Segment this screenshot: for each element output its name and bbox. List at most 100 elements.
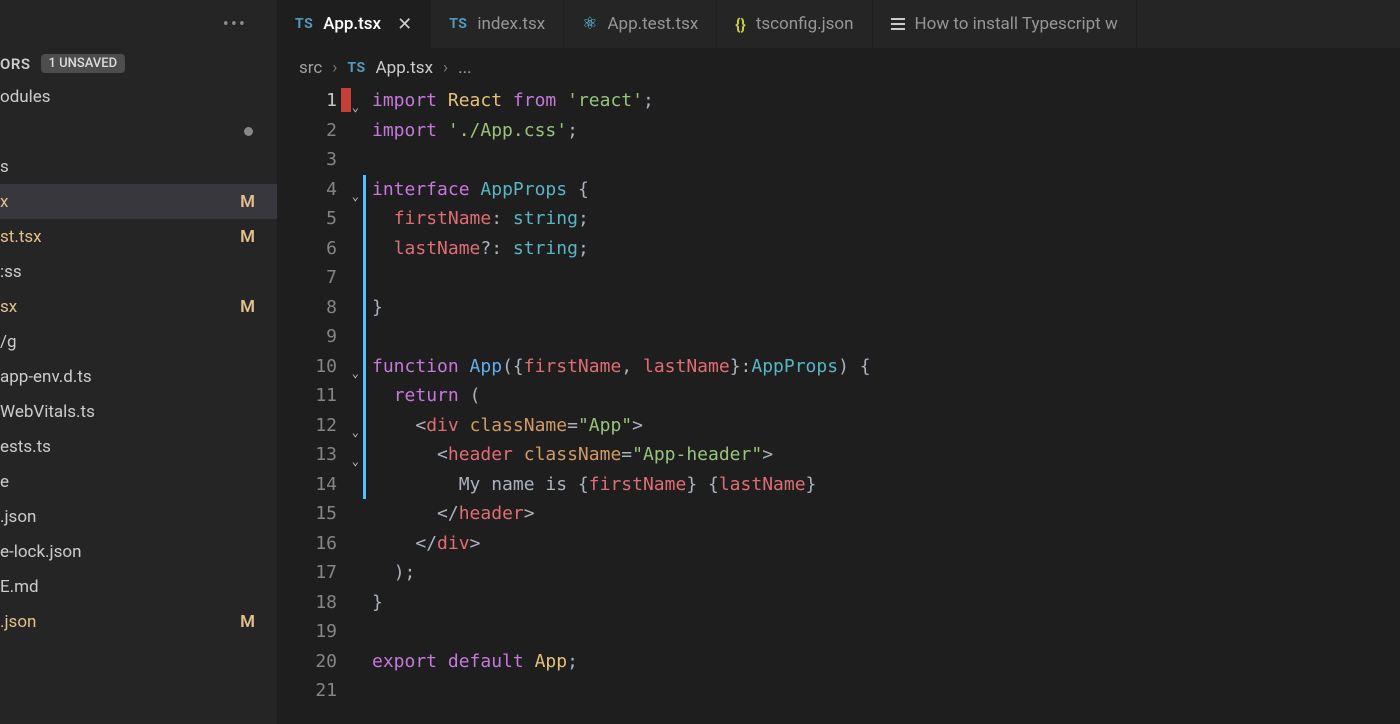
code-line[interactable]: 12⌄ <div className="App"> <box>277 411 1400 441</box>
line-number[interactable]: 21 <box>277 676 363 706</box>
code-content[interactable]: lastName?: string; <box>366 234 589 264</box>
line-number[interactable]: 19 <box>277 617 363 647</box>
file-tree-item[interactable]: WebVitals.ts <box>0 394 277 429</box>
code-content[interactable]: } <box>366 293 383 323</box>
code-line[interactable]: 7 <box>277 263 1400 293</box>
file-tree-item[interactable]: xM <box>0 184 277 219</box>
code-line[interactable]: 4⌄interface AppProps { <box>277 175 1400 205</box>
code-line[interactable]: 8} <box>277 293 1400 323</box>
line-number[interactable]: 16 <box>277 529 363 559</box>
unsaved-dot-icon <box>244 127 253 136</box>
line-number[interactable]: 17 <box>277 558 363 588</box>
code-content[interactable] <box>366 263 372 293</box>
code-line[interactable]: 16 </div> <box>277 529 1400 559</box>
code-line[interactable]: 9 <box>277 322 1400 352</box>
line-number[interactable]: 2 <box>277 116 363 146</box>
code-line[interactable]: 17 ); <box>277 558 1400 588</box>
file-tree-item[interactable]: :ss <box>0 254 277 289</box>
code-content[interactable] <box>366 676 372 706</box>
file-tree-item[interactable]: /g <box>0 324 277 359</box>
line-number[interactable]: 15 <box>277 499 363 529</box>
file-tree-item[interactable]: .json <box>0 499 277 534</box>
file-name: .json <box>0 507 36 527</box>
editor-tab[interactable]: {}tsconfig.json <box>717 0 872 48</box>
line-number[interactable]: 4⌄ <box>277 175 363 205</box>
file-name: st.tsx <box>0 227 42 247</box>
code-content[interactable]: ); <box>366 558 415 588</box>
file-tree-item[interactable]: ests.ts <box>0 429 277 464</box>
breadcrumb-file[interactable]: App.tsx <box>376 58 433 78</box>
more-icon[interactable]: ••• <box>223 14 247 35</box>
code-content[interactable]: export default App; <box>366 647 578 677</box>
file-tree-item[interactable]: app-env.d.ts <box>0 359 277 394</box>
git-status: M <box>240 227 255 247</box>
line-number[interactable]: 12⌄ <box>277 411 363 441</box>
code-line[interactable]: 14 My name is {firstName} {lastName} <box>277 470 1400 500</box>
line-number[interactable]: 10⌄ <box>277 352 363 382</box>
code-content[interactable]: return ( <box>366 381 480 411</box>
code-line[interactable]: 21 <box>277 676 1400 706</box>
code-content[interactable]: interface AppProps { <box>366 175 589 205</box>
file-tree-item[interactable]: .jsonM <box>0 604 277 639</box>
code-content[interactable] <box>366 322 372 352</box>
code-line[interactable]: 5 firstName: string; <box>277 204 1400 234</box>
code-content[interactable] <box>366 617 372 647</box>
code-editor[interactable]: 1⌄import React from 'react';2import './A… <box>277 82 1400 706</box>
line-number[interactable]: 3 <box>277 145 363 175</box>
code-line[interactable]: 2import './App.css'; <box>277 116 1400 146</box>
line-number[interactable]: 18 <box>277 588 363 618</box>
code-content[interactable]: } <box>366 588 383 618</box>
breadcrumb-folder[interactable]: src <box>299 58 322 78</box>
git-status: M <box>240 192 255 212</box>
file-tree-item[interactable]: e-lock.json <box>0 534 277 569</box>
file-tree-item[interactable]: s <box>0 149 277 184</box>
file-tree-item[interactable] <box>0 114 277 149</box>
code-line[interactable]: 20export default App; <box>277 647 1400 677</box>
code-line[interactable]: 15 </header> <box>277 499 1400 529</box>
line-number[interactable]: 13⌄ <box>277 440 363 470</box>
code-line[interactable]: 13⌄ <header className="App-header"> <box>277 440 1400 470</box>
line-number[interactable]: 7 <box>277 263 363 293</box>
code-line[interactable]: 1⌄import React from 'react'; <box>277 86 1400 116</box>
code-line[interactable]: 11 return ( <box>277 381 1400 411</box>
editor-tab[interactable]: ⚛App.test.tsx <box>564 0 717 48</box>
editor-area: TSApp.tsx✕TSindex.tsx⚛App.test.tsx{}tsco… <box>277 0 1400 724</box>
code-content[interactable]: function App({firstName, lastName}:AppPr… <box>366 352 871 382</box>
file-tree-item[interactable]: e <box>0 464 277 499</box>
code-content[interactable]: firstName: string; <box>366 204 589 234</box>
editor-tab[interactable]: TSindex.tsx <box>431 0 564 48</box>
code-content[interactable]: </header> <box>366 499 535 529</box>
open-editors-header[interactable]: ORS 1 UNSAVED <box>0 48 277 79</box>
editor-tab[interactable]: How to install Typescript w <box>873 0 1137 48</box>
close-icon[interactable]: ✕ <box>397 14 412 35</box>
file-tree-item[interactable]: E.md <box>0 569 277 604</box>
line-number[interactable]: 5 <box>277 204 363 234</box>
tab-bar: TSApp.tsx✕TSindex.tsx⚛App.test.tsx{}tsco… <box>277 0 1400 48</box>
code-content[interactable]: import React from 'react'; <box>366 86 654 116</box>
line-number[interactable]: 1⌄ <box>277 86 363 116</box>
code-content[interactable]: </div> <box>366 529 480 559</box>
line-number[interactable]: 8 <box>277 293 363 323</box>
code-content[interactable]: import './App.css'; <box>366 116 578 146</box>
code-line[interactable]: 18} <box>277 588 1400 618</box>
file-tree-item[interactable]: odules <box>0 79 277 114</box>
code-line[interactable]: 10⌄function App({firstName, lastName}:Ap… <box>277 352 1400 382</box>
file-tree-item[interactable]: sxM <box>0 289 277 324</box>
line-number[interactable]: 6 <box>277 234 363 264</box>
line-number[interactable]: 20 <box>277 647 363 677</box>
editor-tab[interactable]: TSApp.tsx✕ <box>277 0 431 48</box>
code-line[interactable]: 3 <box>277 145 1400 175</box>
line-number[interactable]: 14 <box>277 470 363 500</box>
line-number[interactable]: 11 <box>277 381 363 411</box>
code-content[interactable] <box>366 145 372 175</box>
react-icon: ⚛ <box>582 14 597 34</box>
file-tree-item[interactable]: st.tsx M <box>0 219 277 254</box>
code-line[interactable]: 6 lastName?: string; <box>277 234 1400 264</box>
breadcrumb[interactable]: src › TS App.tsx › ... <box>277 48 1400 82</box>
breadcrumb-suffix[interactable]: ... <box>458 58 471 78</box>
code-line[interactable]: 19 <box>277 617 1400 647</box>
code-content[interactable]: <div className="App"> <box>366 411 643 441</box>
line-number[interactable]: 9 <box>277 322 363 352</box>
code-content[interactable]: My name is {firstName} {lastName} <box>366 470 816 500</box>
code-content[interactable]: <header className="App-header"> <box>366 440 773 470</box>
